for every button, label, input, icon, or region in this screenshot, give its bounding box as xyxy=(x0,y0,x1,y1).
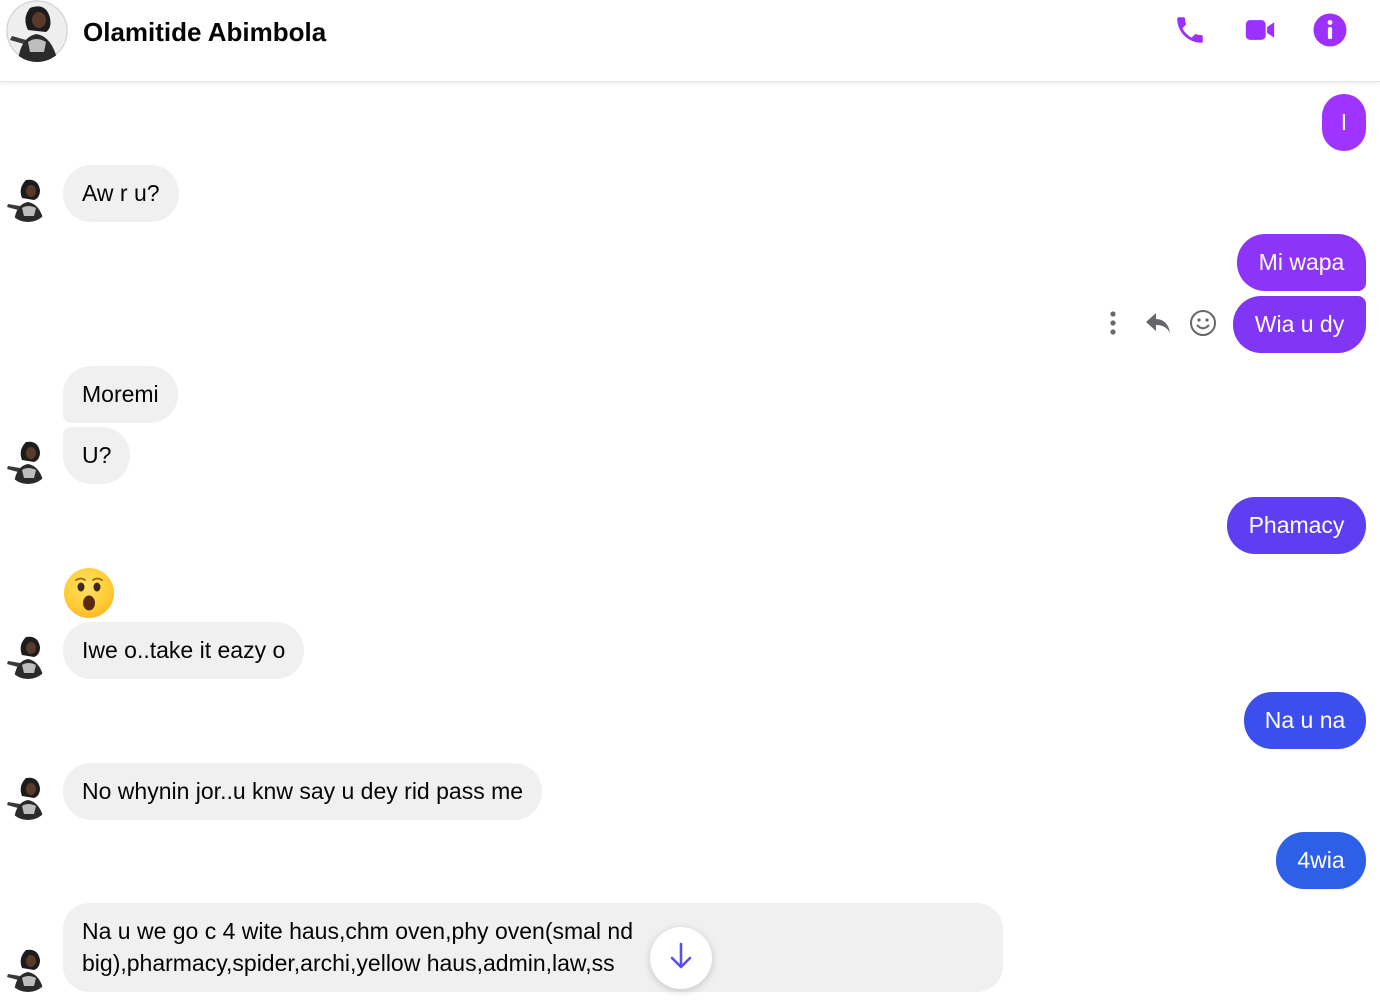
message-text: Moremi xyxy=(82,381,159,407)
message-text: I xyxy=(1340,109,1348,135)
message-text: Aw r u? xyxy=(82,180,160,206)
video-camera-icon[interactable] xyxy=(1242,12,1278,48)
message-text: Iwe o..take it eazy o xyxy=(82,637,286,663)
reply-icon[interactable] xyxy=(1140,302,1176,344)
contact-avatar-small[interactable] xyxy=(6,440,50,484)
message-bubble-incoming[interactable]: Aw r u? xyxy=(63,165,179,222)
more-options-icon[interactable] xyxy=(1095,302,1131,344)
message-bubble-outgoing[interactable]: Wia u dy xyxy=(1233,296,1366,353)
message-bubble-incoming[interactable]: Moremi xyxy=(63,366,178,423)
message-text-line: Na u we go c 4 wite haus,chm oven,phy ov… xyxy=(82,918,634,944)
contact-avatar-small[interactable] xyxy=(6,948,50,992)
scroll-to-bottom-button[interactable] xyxy=(650,927,712,989)
message-bubble-outgoing[interactable]: I xyxy=(1322,94,1366,151)
contact-name[interactable]: Olamitide Abimbola xyxy=(83,16,326,48)
message-bubble-incoming[interactable]: Iwe o..take it eazy o xyxy=(63,622,305,679)
message-text: Na u na xyxy=(1264,707,1346,733)
contact-avatar-small[interactable] xyxy=(6,178,50,222)
message-text: Mi wapa xyxy=(1258,249,1345,275)
info-icon[interactable] xyxy=(1312,12,1348,48)
message-text: U? xyxy=(82,442,112,468)
message-bubble-incoming[interactable]: No whynin jor..u knw say u dey rid pass … xyxy=(63,763,543,820)
message-text-line: big),pharmacy,spider,archi,yellow haus,a… xyxy=(82,950,615,976)
message-bubble-outgoing[interactable]: 4wia xyxy=(1276,832,1366,889)
message-bubble-outgoing[interactable]: Phamacy xyxy=(1227,497,1366,554)
arrow-down-icon xyxy=(668,941,694,976)
message-text: Phamacy xyxy=(1248,512,1345,538)
contact-avatar-small[interactable] xyxy=(6,635,50,679)
react-emoji-icon[interactable] xyxy=(1185,302,1221,344)
phone-icon[interactable] xyxy=(1172,12,1208,48)
message-bubble-outgoing[interactable]: Na u na xyxy=(1244,692,1366,749)
message-text: 4wia xyxy=(1297,847,1345,873)
message-text: No whynin jor..u knw say u dey rid pass … xyxy=(82,778,524,804)
contact-avatar-small[interactable] xyxy=(6,776,50,820)
surprised-face-emoji[interactable] xyxy=(64,568,114,618)
contact-avatar[interactable] xyxy=(6,0,68,62)
conversation-header: Olamitide Abimbola xyxy=(0,0,1380,82)
message-bubble-incoming[interactable]: U? xyxy=(63,427,131,484)
message-bubble-incoming[interactable]: Na u we go c 4 wite haus,chm oven,phy ov… xyxy=(63,903,1003,992)
message-bubble-outgoing[interactable]: Mi wapa xyxy=(1237,234,1366,291)
message-text: Wia u dy xyxy=(1254,311,1345,337)
